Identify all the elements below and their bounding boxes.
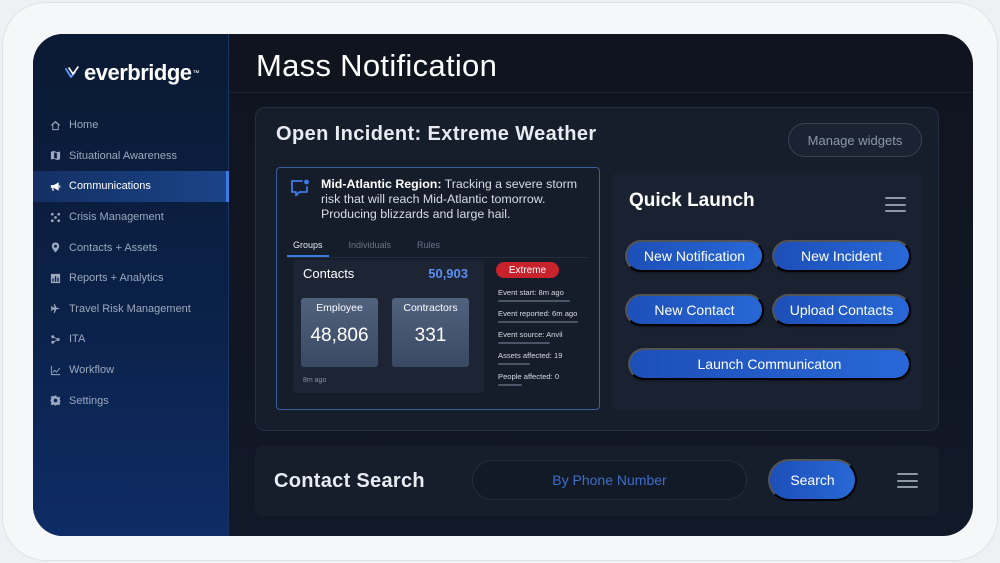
launch-communication-button[interactable]: Launch Communicaton bbox=[628, 348, 911, 380]
sidebar-item-label: Travel Risk Management bbox=[69, 302, 191, 315]
sidebar-item-travel-risk-management[interactable]: Travel Risk Management bbox=[33, 294, 229, 325]
manage-widgets-button[interactable]: Manage widgets bbox=[788, 123, 922, 157]
tab-individuals[interactable]: Individuals bbox=[343, 236, 398, 257]
open-incident-panel: Open Incident: Extreme Weather Manage wi… bbox=[255, 107, 939, 431]
everbridge-logo[interactable]: everbridge ™ bbox=[65, 60, 200, 86]
quick-launch-widget: Quick Launch New Notification New Incide… bbox=[612, 173, 922, 410]
contractors-stat[interactable]: Contractors 331 bbox=[392, 298, 469, 367]
event-source: Event source: Anvil bbox=[498, 330, 563, 339]
event-divider bbox=[498, 363, 530, 365]
contacts-summary: Contacts 50,903 Employee 48,806 Contract… bbox=[293, 260, 484, 393]
sidebar-item-reports-analytics[interactable]: Reports + Analytics bbox=[33, 263, 229, 294]
sidebar-item-label: Reports + Analytics bbox=[69, 272, 164, 285]
message-alert-icon bbox=[291, 179, 309, 197]
audience-tabs: Groups Individuals Rules bbox=[287, 236, 589, 258]
header-divider bbox=[229, 92, 973, 93]
new-incident-button[interactable]: New Incident bbox=[772, 240, 911, 272]
contractors-value: 331 bbox=[414, 325, 447, 346]
nodes-icon bbox=[49, 333, 61, 345]
sidebar-item-label: Crisis Management bbox=[69, 211, 164, 224]
people-affected: People affected: 0 bbox=[498, 372, 560, 381]
network-icon bbox=[49, 211, 61, 223]
sidebar-item-settings[interactable]: Settings bbox=[33, 385, 229, 416]
logo-trademark: ™ bbox=[192, 69, 200, 77]
tab-rules[interactable]: Rules bbox=[411, 236, 446, 257]
logo-text: everbridge bbox=[84, 60, 192, 85]
upload-contacts-button[interactable]: Upload Contacts bbox=[772, 294, 911, 326]
sidebar-item-home[interactable]: Home bbox=[33, 110, 229, 141]
sidebar-nav: Home Situational Awareness Communication… bbox=[33, 110, 229, 416]
search-button[interactable]: Search bbox=[768, 459, 857, 501]
device-frame: everbridge ™ Home Situational Awareness C… bbox=[2, 2, 998, 561]
sidebar-item-communications[interactable]: Communications bbox=[33, 171, 229, 202]
sidebar-item-ita[interactable]: ITA bbox=[33, 324, 229, 355]
app-screen: everbridge ™ Home Situational Awareness C… bbox=[33, 34, 973, 536]
contact-search-menu-icon[interactable] bbox=[897, 473, 918, 488]
new-notification-button[interactable]: New Notification bbox=[625, 240, 764, 272]
new-contact-button[interactable]: New Contact bbox=[625, 294, 764, 326]
sidebar-item-label: ITA bbox=[69, 333, 86, 346]
line-chart-icon bbox=[49, 364, 61, 376]
phone-search-input[interactable] bbox=[472, 460, 747, 500]
contractors-label: Contractors bbox=[403, 302, 458, 314]
gear-icon bbox=[49, 395, 61, 407]
map-icon bbox=[49, 150, 61, 162]
contact-search-title: Contact Search bbox=[274, 470, 425, 492]
assets-affected: Assets affected: 19 bbox=[498, 351, 563, 360]
event-divider bbox=[498, 384, 522, 386]
event-start: Event start: 8m ago bbox=[498, 288, 564, 297]
sidebar-item-crisis-management[interactable]: Crisis Management bbox=[33, 202, 229, 233]
airplane-icon bbox=[49, 303, 61, 315]
home-icon bbox=[49, 119, 61, 131]
location-pin-icon bbox=[49, 242, 61, 254]
sidebar-item-label: Communications bbox=[69, 180, 151, 193]
contacts-label: Contacts bbox=[303, 266, 355, 281]
sidebar-item-label: Contacts + Assets bbox=[69, 241, 158, 254]
quick-launch-menu-icon[interactable] bbox=[885, 197, 906, 212]
contact-search-panel: Contact Search Search bbox=[255, 446, 939, 516]
sidebar-item-label: Situational Awareness bbox=[69, 149, 178, 162]
sidebar-item-label: Settings bbox=[69, 394, 109, 407]
event-divider bbox=[498, 300, 570, 302]
sidebar: everbridge ™ Home Situational Awareness C… bbox=[33, 34, 229, 536]
logo-check-icon bbox=[65, 66, 79, 78]
severity-badge: Extreme bbox=[496, 262, 559, 278]
megaphone-icon bbox=[49, 180, 61, 192]
contacts-updated-time: 8m ago bbox=[303, 377, 327, 384]
event-divider bbox=[498, 321, 578, 323]
event-reported: Event reported: 6m ago bbox=[498, 309, 578, 318]
sidebar-item-workflow[interactable]: Workflow bbox=[33, 355, 229, 386]
page-title: Mass Notification bbox=[256, 48, 498, 83]
bar-chart-icon bbox=[49, 272, 61, 284]
alert-message: Mid-Atlantic Region: Tracking a severe s… bbox=[321, 177, 593, 222]
employee-label: Employee bbox=[316, 302, 363, 314]
sidebar-item-label: Workflow bbox=[69, 364, 115, 377]
employee-stat[interactable]: Employee 48,806 bbox=[301, 298, 378, 367]
sidebar-item-label: Home bbox=[69, 119, 99, 132]
sidebar-item-contacts-assets[interactable]: Contacts + Assets bbox=[33, 232, 229, 263]
alert-region: Mid-Atlantic Region: bbox=[321, 177, 442, 191]
incident-title: Open Incident: Extreme Weather bbox=[276, 123, 597, 145]
contacts-total: 50,903 bbox=[428, 266, 468, 281]
alert-card: Mid-Atlantic Region: Tracking a severe s… bbox=[276, 167, 600, 410]
sidebar-item-situational-awareness[interactable]: Situational Awareness bbox=[33, 141, 229, 172]
quick-launch-title: Quick Launch bbox=[629, 190, 755, 211]
event-divider bbox=[498, 342, 550, 344]
employee-value: 48,806 bbox=[310, 325, 369, 346]
tab-groups[interactable]: Groups bbox=[287, 236, 329, 257]
